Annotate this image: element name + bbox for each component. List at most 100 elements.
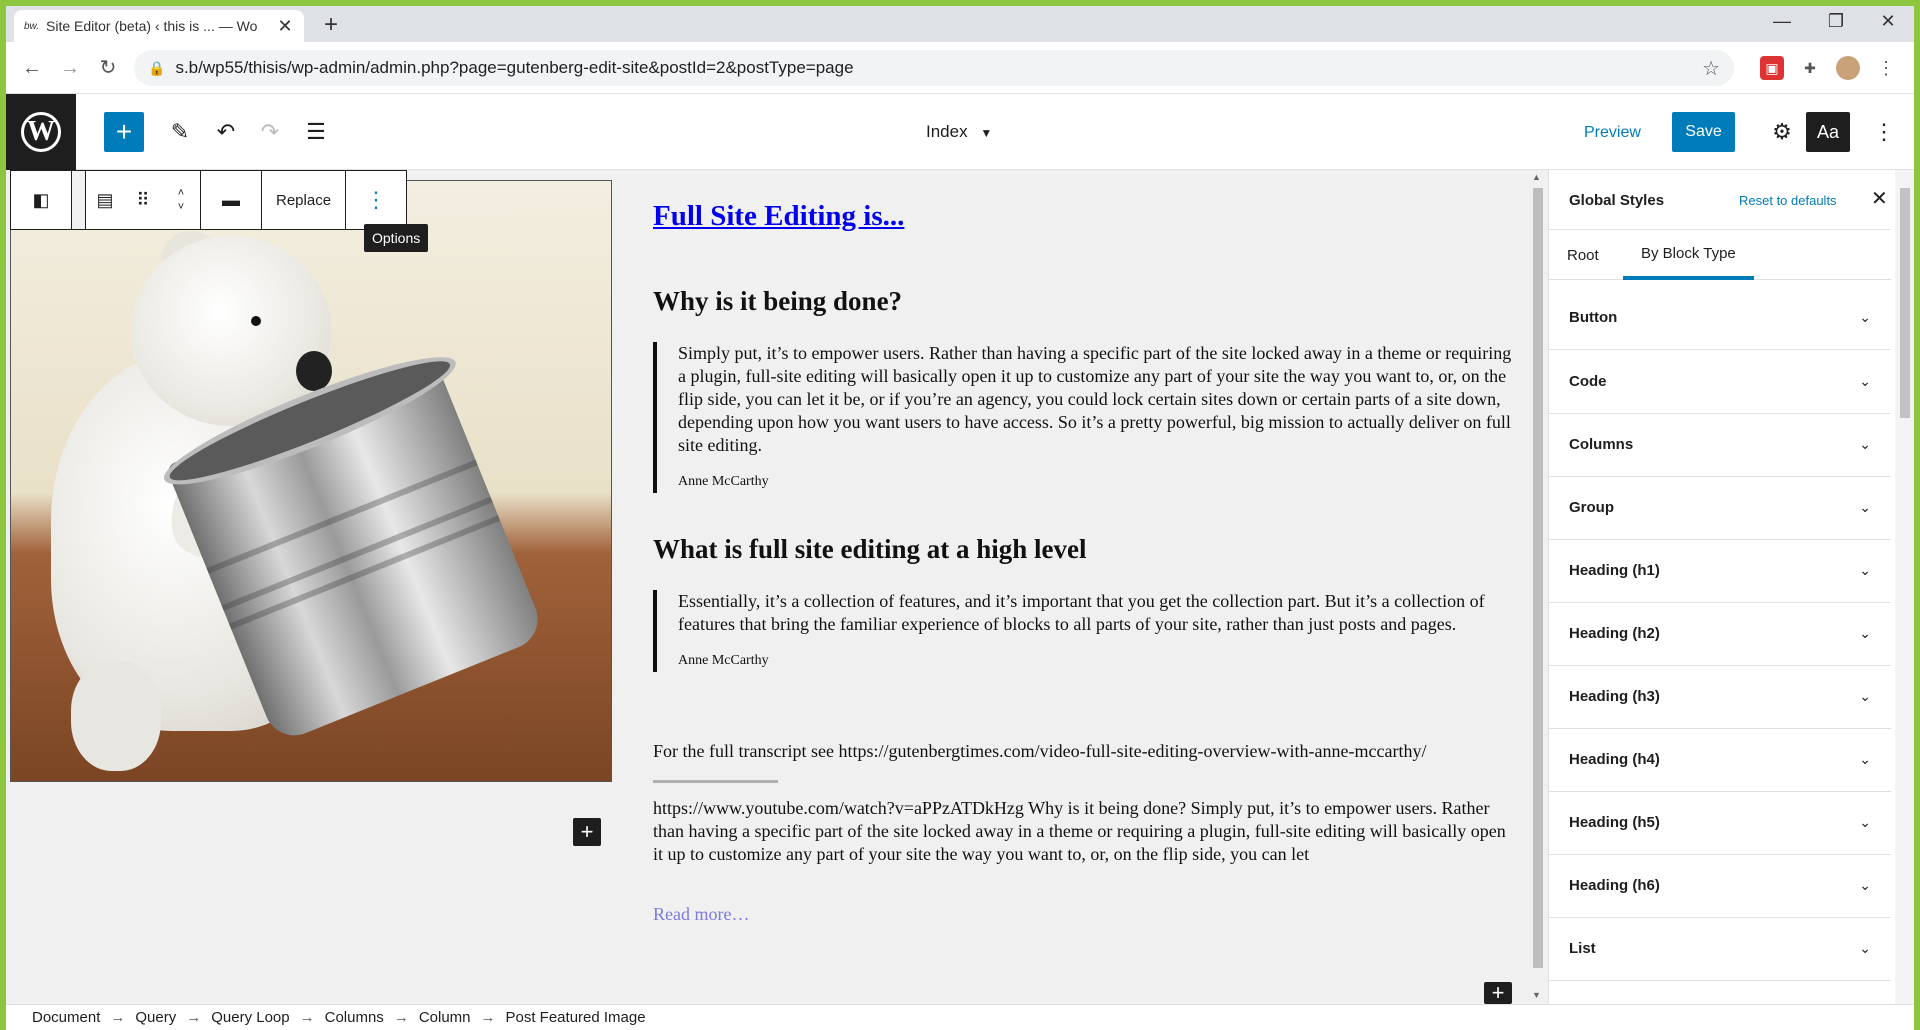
align-icon[interactable]: ▬ (201, 171, 261, 229)
heading-why[interactable]: Why is it being done? (653, 286, 902, 317)
new-tab-icon[interactable]: + (324, 10, 338, 40)
url-field[interactable]: 🔒 s.b/wp55/thisis/wp-admin/admin.php?pag… (134, 50, 1734, 86)
toolbar-group: ◧ (11, 171, 72, 229)
template-title: Index (926, 122, 968, 141)
panel-label: Heading (h5) (1569, 814, 1660, 831)
global-styles-button[interactable]: Aa (1806, 112, 1850, 152)
options-icon[interactable]: ⋮ (346, 171, 406, 229)
browser-menu-icon[interactable]: ⋮ (1874, 56, 1898, 80)
featured-image[interactable] (10, 180, 612, 782)
columns-parent-icon[interactable]: ◧ (11, 171, 71, 229)
panel-columns[interactable]: Columns ⌄ (1549, 413, 1891, 477)
bookmark-star-icon[interactable]: ☆ (1702, 56, 1720, 81)
puzzle-icon[interactable]: ✚ (1798, 56, 1822, 80)
bear-eye (251, 316, 261, 326)
reload-icon[interactable]: ↻ (94, 54, 122, 82)
drag-handle-icon[interactable]: ⠿ (124, 171, 162, 229)
panel-label: List (1569, 940, 1596, 957)
post-excerpt[interactable]: https://www.youtube.com/watch?v=aPPzATDk… (653, 797, 1513, 866)
transcript-paragraph[interactable]: For the full transcript see https://gute… (653, 740, 1533, 763)
heading-what[interactable]: What is full site editing at a high leve… (653, 534, 1087, 565)
breadcrumb-item[interactable]: Query (135, 1009, 176, 1026)
panel-label: Group (1569, 499, 1614, 516)
restore-icon[interactable]: ❐ (1812, 6, 1860, 36)
scroll-up-icon[interactable]: ▲ (1532, 172, 1541, 182)
list-view-icon[interactable]: ☰ (296, 112, 336, 152)
image-block-icon[interactable]: ▤ (86, 171, 124, 229)
add-block-inline-button[interactable]: + (573, 818, 601, 846)
extension-icon[interactable]: ▣ (1760, 56, 1784, 80)
breadcrumb-item[interactable]: Columns (325, 1009, 384, 1026)
redo-icon[interactable]: ↷ (250, 112, 290, 152)
forward-icon[interactable]: → (56, 54, 84, 82)
panel-label: Heading (h6) (1569, 877, 1660, 894)
panel-button[interactable]: Button ⌄ (1549, 286, 1891, 350)
options-tooltip: Options (364, 224, 429, 252)
panel-label: Heading (h1) (1569, 562, 1660, 579)
breadcrumb-item[interactable]: Query Loop (211, 1009, 289, 1026)
edit-pencil-icon[interactable]: ✎ (160, 112, 200, 152)
chevron-down-icon: ▼ (980, 126, 993, 140)
panel-group[interactable]: Group ⌄ (1549, 476, 1891, 540)
breadcrumb-item[interactable]: Post Featured Image (506, 1009, 646, 1026)
panel-heading-h1[interactable]: Heading (h1) ⌄ (1549, 539, 1891, 603)
close-icon[interactable]: ✕ (1871, 186, 1888, 211)
read-more-link[interactable]: Read more… (653, 904, 749, 925)
add-block-bottom-button[interactable]: + (1484, 980, 1512, 1004)
reset-defaults-button[interactable]: Reset to defaults (1739, 193, 1837, 208)
tab-by-block-type[interactable]: By Block Type (1623, 230, 1754, 280)
save-button[interactable]: Save (1672, 112, 1735, 152)
settings-gear-icon[interactable]: ⚙ (1762, 112, 1802, 152)
chevron-down-icon: ⌄ (1859, 309, 1871, 325)
panel-heading-h3[interactable]: Heading (h3) ⌄ (1549, 665, 1891, 729)
toolbar-group: ▤ ⠿ ˄ ˅ (86, 171, 201, 229)
replace-button[interactable]: Replace (262, 171, 345, 229)
chevron-down-icon: ⌄ (1859, 877, 1871, 893)
move-up-down-icon[interactable]: ˄ ˅ (162, 171, 200, 229)
back-icon[interactable]: ← (18, 54, 46, 82)
quote-text-1: Simply put, it’s to empower users. Rathe… (678, 343, 1512, 455)
chevron-down-icon: ⌄ (1859, 940, 1871, 956)
canvas-scrollbar[interactable]: ▲ ▼ (1528, 170, 1548, 1004)
wordpress-logo-icon[interactable]: W (6, 94, 76, 170)
window-close-icon[interactable]: ✕ (1864, 6, 1912, 36)
url-text: s.b/wp55/thisis/wp-admin/admin.php?page=… (175, 58, 854, 77)
tab-close-icon[interactable]: ✕ (276, 16, 294, 37)
more-options-icon[interactable]: ⋮ (1864, 112, 1904, 152)
profile-avatar[interactable] (1836, 56, 1860, 80)
arrow-right-icon: → (299, 1009, 315, 1026)
template-dropdown[interactable]: Index ▼ (926, 122, 992, 142)
preview-button[interactable]: Preview (1584, 124, 1641, 142)
arrow-right-icon: → (110, 1009, 126, 1026)
lock-icon: 🔒 (148, 59, 166, 76)
tab-root[interactable]: Root (1549, 230, 1617, 280)
sidebar-scrollbar[interactable] (1895, 170, 1914, 1004)
browser-tab[interactable]: bw. Site Editor (beta) ‹ this is ... — W… (14, 10, 304, 42)
post-title-link[interactable]: Full Site Editing is... (653, 200, 904, 233)
sidebar-title: Global Styles (1569, 192, 1665, 209)
minimize-icon[interactable]: — (1758, 6, 1806, 36)
panel-heading-h2[interactable]: Heading (h2) ⌄ (1549, 602, 1891, 666)
quote-cite-1: Anne McCarthy (678, 474, 769, 489)
chevron-down-icon: ⌄ (1859, 499, 1871, 515)
address-bar: ← → ↻ 🔒 s.b/wp55/thisis/wp-admin/admin.p… (6, 42, 1914, 94)
panel-list[interactable]: List ⌄ (1549, 917, 1891, 981)
sidebar-scroll-thumb[interactable] (1900, 188, 1910, 418)
canvas-scroll-thumb[interactable] (1533, 188, 1543, 968)
quote-block-1[interactable]: Simply put, it’s to empower users. Rathe… (653, 342, 1523, 493)
chevron-down-icon: ⌄ (1859, 625, 1871, 641)
breadcrumb-item[interactable]: Document (32, 1009, 100, 1026)
sidebar-tabs: Root By Block Type (1549, 230, 1891, 280)
panel-heading-h6[interactable]: Heading (h6) ⌄ (1549, 854, 1891, 918)
panel-code[interactable]: Code ⌄ (1549, 350, 1891, 414)
quote-block-2[interactable]: Essentially, it’s a collection of featur… (653, 590, 1523, 672)
panel-heading-h4[interactable]: Heading (h4) ⌄ (1549, 728, 1891, 792)
arrow-right-icon: → (186, 1009, 202, 1026)
toolbar-group: ▬ (201, 171, 262, 229)
panel-label: Code (1569, 373, 1607, 390)
scroll-down-icon[interactable]: ▼ (1532, 990, 1541, 1000)
panel-heading-h5[interactable]: Heading (h5) ⌄ (1549, 791, 1891, 855)
add-block-button[interactable]: + (104, 112, 144, 152)
undo-icon[interactable]: ↶ (206, 112, 246, 152)
breadcrumb-item[interactable]: Column (419, 1009, 471, 1026)
